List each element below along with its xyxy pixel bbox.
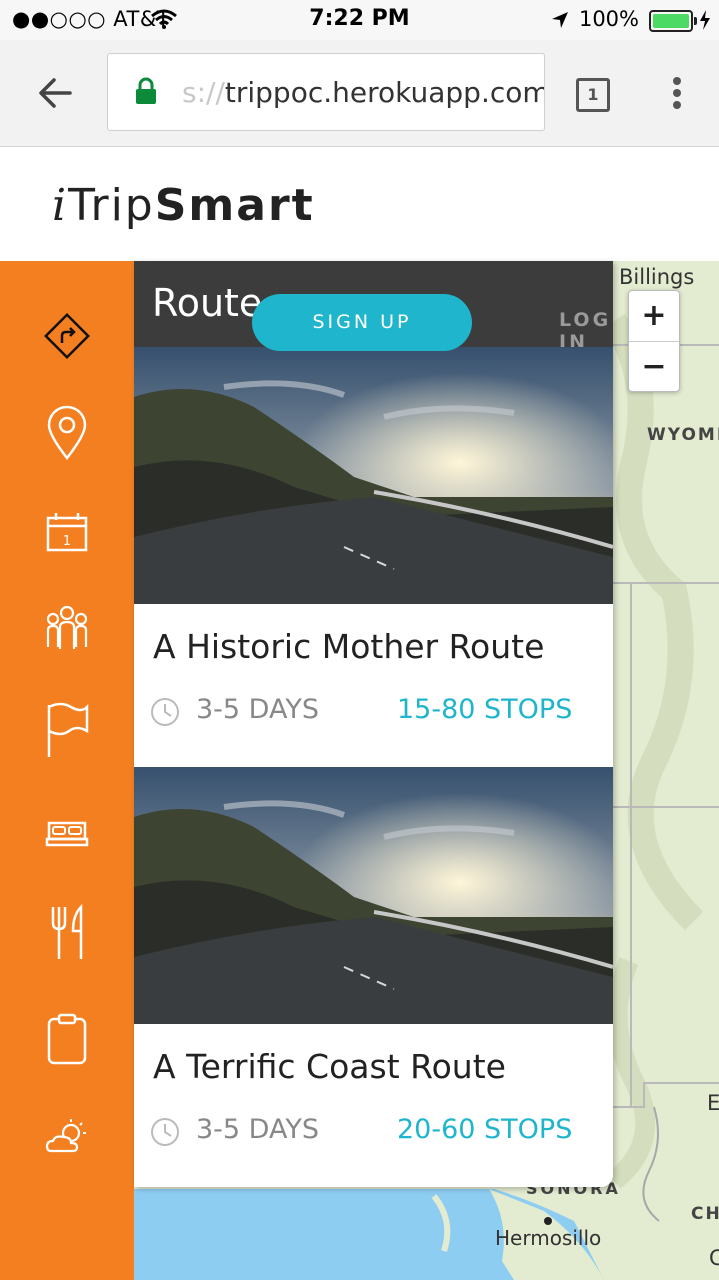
location-pin-icon[interactable] xyxy=(37,403,97,463)
route-duration: 3-5 DAYS xyxy=(196,1114,320,1145)
calendar-day: 1 xyxy=(63,534,71,549)
route-card[interactable]: A Historic Mother Route 3-5 DAYS 15-80 S… xyxy=(134,347,613,767)
route-photo xyxy=(134,347,613,604)
route-photo xyxy=(134,767,613,1024)
bed-icon[interactable] xyxy=(37,803,97,863)
browser-toolbar: s://trippoc.herokuapp.com 1 xyxy=(0,40,719,147)
clock-icon xyxy=(151,1118,179,1146)
route-stops: 15-80 STOPS xyxy=(397,694,573,725)
flag-icon[interactable] xyxy=(37,699,97,759)
category-sidebar: 1 xyxy=(0,261,134,1280)
logo-smart: Smart xyxy=(154,180,315,231)
fork-knife-icon[interactable] xyxy=(37,903,97,963)
map-label-c: C xyxy=(709,1246,719,1270)
map-label-wyoming: WYOMI xyxy=(647,425,719,445)
weather-icon[interactable] xyxy=(37,1109,97,1169)
status-bar: ●●○○○ AT&T 7:22 PM 100% xyxy=(0,0,719,40)
map-label-billings: Billings xyxy=(619,265,695,289)
zoom-out-button[interactable]: − xyxy=(629,342,679,392)
clipboard-icon[interactable] xyxy=(37,1009,97,1069)
back-arrow-icon[interactable] xyxy=(38,77,72,109)
battery-icon xyxy=(649,10,697,32)
clock-icon xyxy=(151,698,179,726)
map-label-e: E xyxy=(707,1091,719,1115)
tab-switcher-button[interactable]: 1 xyxy=(576,78,610,112)
charging-bolt-icon xyxy=(700,10,710,30)
url-scheme: s:// xyxy=(182,76,225,109)
lock-icon xyxy=(136,77,156,104)
route-card[interactable]: A Terrific Coast Route 3-5 DAYS 20-60 ST… xyxy=(134,767,613,1187)
location-arrow-icon xyxy=(552,12,568,28)
logo-trip: Trip xyxy=(68,180,155,231)
logo-i: i xyxy=(52,180,69,231)
routes-panel: Route LOG IN A Historic Mother Route 3-5… xyxy=(134,261,613,1187)
map-zoom-control: + − xyxy=(628,290,680,392)
calendar-icon[interactable]: 1 xyxy=(37,504,97,564)
route-duration: 3-5 DAYS xyxy=(196,694,320,725)
more-menu-icon[interactable] xyxy=(671,76,683,110)
zoom-in-button[interactable]: + xyxy=(629,291,679,342)
route-name: A Historic Mother Route xyxy=(153,627,545,666)
map-label-hermosillo: Hermosillo xyxy=(495,1226,602,1250)
url-text: s://trippoc.herokuapp.com xyxy=(182,76,545,109)
battery-percent: 100% xyxy=(578,7,639,31)
route-stops: 20-60 STOPS xyxy=(397,1114,573,1145)
panel-title: Route xyxy=(152,281,263,325)
map-label-ch: CH xyxy=(691,1204,719,1224)
sign-up-button[interactable]: SIGN UP xyxy=(252,294,472,351)
group-icon[interactable] xyxy=(37,599,97,659)
address-bar[interactable]: s://trippoc.herokuapp.com xyxy=(107,53,545,131)
route-sign-icon[interactable] xyxy=(37,306,97,366)
route-name: A Terrific Coast Route xyxy=(153,1047,506,1086)
site-logo[interactable]: iTripSmart xyxy=(52,180,315,231)
url-host: trippoc.herokuapp.com xyxy=(224,76,545,109)
